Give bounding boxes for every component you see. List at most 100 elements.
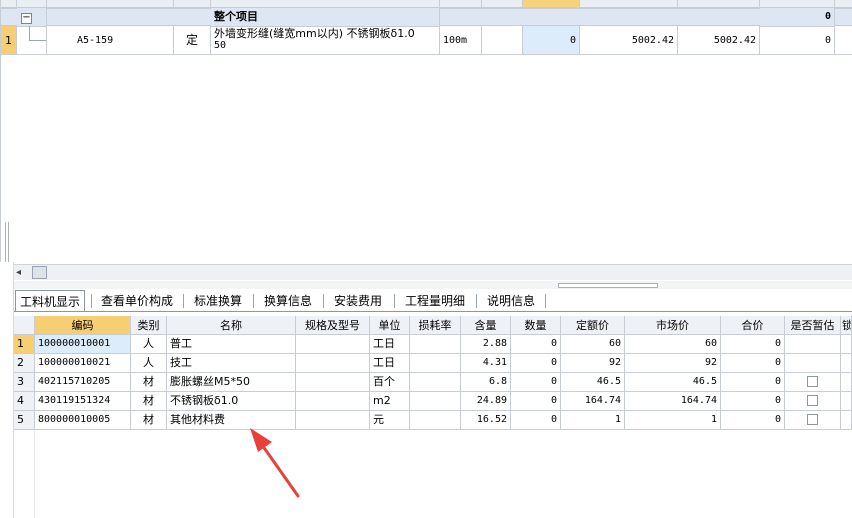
cell-quantity[interactable]: 0 <box>511 335 561 354</box>
cell-market-price[interactable]: 1 <box>625 411 721 430</box>
cell-code[interactable]: 402115710205 <box>35 373 131 392</box>
item-name[interactable]: 外墙变形缝(缝宽mm以内) 不锈钢板δ1.0 50 <box>211 26 440 55</box>
cell-unit[interactable]: 工日 <box>370 354 410 373</box>
cell-quota-price[interactable]: 92 <box>561 354 625 373</box>
item-unit-price[interactable]: 5002.42 <box>580 26 678 55</box>
panel-splitter[interactable] <box>14 281 852 289</box>
cell-market-price[interactable]: 60 <box>625 335 721 354</box>
cell-market-price[interactable]: 164.74 <box>625 392 721 411</box>
cell-spec[interactable] <box>296 373 370 392</box>
cell-quota-price[interactable]: 1 <box>561 411 625 430</box>
scrollbar-thumb[interactable] <box>32 266 47 279</box>
cell-type[interactable]: 人 <box>131 335 167 354</box>
column-header-content[interactable]: 含量 <box>461 316 511 335</box>
cell-type[interactable]: 材 <box>131 373 167 392</box>
column-header-quantity[interactable]: 数量 <box>511 316 561 335</box>
gutter-grip[interactable] <box>5 222 9 262</box>
cell-total[interactable]: 0 <box>721 335 785 354</box>
column-header-name[interactable]: 名称 <box>167 316 296 335</box>
cell-loss-rate[interactable] <box>410 411 461 430</box>
cell-spec[interactable] <box>296 354 370 373</box>
cell-total[interactable]: 0 <box>721 411 785 430</box>
collapse-icon[interactable]: − <box>21 13 32 24</box>
group-toggle[interactable]: − <box>17 8 47 27</box>
estimate-checkbox[interactable] <box>807 376 818 387</box>
cell-code[interactable]: 800000010005 <box>35 411 131 430</box>
row-index[interactable]: 1 <box>14 335 35 354</box>
cell-spec[interactable] <box>296 335 370 354</box>
cell-is-estimate[interactable] <box>785 392 841 411</box>
cell-code[interactable]: 100000010021 <box>35 354 131 373</box>
item-code[interactable]: A5-159 <box>47 26 174 55</box>
cell-content[interactable]: 6.8 <box>461 373 511 392</box>
column-header-unit[interactable]: 单位 <box>370 316 410 335</box>
tab-quantity-detail[interactable]: 工程量明细 <box>401 290 469 312</box>
cell-spec[interactable] <box>296 392 370 411</box>
row-index[interactable]: 2 <box>14 354 35 373</box>
cell-lock[interactable] <box>841 392 852 411</box>
cell-total[interactable]: 0 <box>721 373 785 392</box>
cell-type[interactable]: 材 <box>131 392 167 411</box>
column-header-type[interactable]: 类别 <box>131 316 167 335</box>
cell-loss-rate[interactable] <box>410 373 461 392</box>
cell-loss-rate[interactable] <box>410 354 461 373</box>
item-unit[interactable]: 100m <box>440 26 482 55</box>
cell-unit[interactable]: 百个 <box>370 373 410 392</box>
cell-unit[interactable]: 元 <box>370 411 410 430</box>
cell-unit[interactable]: m2 <box>370 392 410 411</box>
item-cell-extra[interactable] <box>835 26 852 55</box>
item-quantity[interactable]: 0 <box>523 26 580 55</box>
cell-name[interactable]: 不锈钢板δ1.0 <box>167 392 296 411</box>
estimate-checkbox[interactable] <box>807 414 818 425</box>
cell-is-estimate[interactable] <box>785 335 841 354</box>
column-header-spec[interactable]: 规格及型号 <box>296 316 370 335</box>
scroll-left-icon[interactable]: ◂ <box>16 265 21 280</box>
cell-name[interactable]: 膨胀螺丝M5*50 <box>167 373 296 392</box>
item-total[interactable]: 0 <box>760 26 835 55</box>
column-header-is-estimate[interactable]: 是否暂估 <box>785 316 841 335</box>
cell-unit[interactable]: 工日 <box>370 335 410 354</box>
tab-unit-price-composition[interactable]: 查看单价构成 <box>97 290 177 312</box>
item-converted-price[interactable]: 5002.42 <box>678 26 760 55</box>
estimate-checkbox[interactable] <box>807 395 818 406</box>
cell-content[interactable]: 2.88 <box>461 335 511 354</box>
cell-quantity[interactable]: 0 <box>511 411 561 430</box>
cell-total[interactable]: 0 <box>721 392 785 411</box>
cell-quota-price[interactable]: 60 <box>561 335 625 354</box>
cell-quantity[interactable]: 0 <box>511 392 561 411</box>
row-index[interactable]: 3 <box>14 373 35 392</box>
column-header-code[interactable]: 编码 <box>35 316 131 335</box>
cell-market-price[interactable]: 92 <box>625 354 721 373</box>
cell-lock[interactable] <box>841 373 852 392</box>
cell-lock[interactable] <box>841 411 852 430</box>
cell-total[interactable]: 0 <box>721 354 785 373</box>
row-index[interactable]: 4 <box>14 392 35 411</box>
tab-material-machine[interactable]: 工料机显示 <box>15 290 86 312</box>
cell-type[interactable]: 人 <box>131 354 167 373</box>
cell-loss-rate[interactable] <box>410 335 461 354</box>
cell-is-estimate[interactable] <box>785 354 841 373</box>
cell-is-estimate[interactable] <box>785 411 841 430</box>
cell-content[interactable]: 16.52 <box>461 411 511 430</box>
item-row-index[interactable]: 1 <box>1 26 17 55</box>
column-header-quota-price[interactable]: 定额价 <box>561 316 625 335</box>
column-header-market-price[interactable]: 市场价 <box>625 316 721 335</box>
cell-name[interactable]: 普工 <box>167 335 296 354</box>
cell-quantity[interactable]: 0 <box>511 354 561 373</box>
cell-market-price[interactable]: 46.5 <box>625 373 721 392</box>
cell-quota-price[interactable]: 46.5 <box>561 373 625 392</box>
cell-is-estimate[interactable] <box>785 373 841 392</box>
cell-content[interactable]: 4.31 <box>461 354 511 373</box>
cell-type[interactable]: 材 <box>131 411 167 430</box>
cell-quota-price[interactable]: 164.74 <box>561 392 625 411</box>
cell-loss-rate[interactable] <box>410 392 461 411</box>
horizontal-scrollbar[interactable]: ◂ <box>14 264 852 280</box>
cell-quantity[interactable]: 0 <box>511 373 561 392</box>
cell-content[interactable]: 24.89 <box>461 392 511 411</box>
cell-code[interactable]: 100000010001 <box>35 335 131 354</box>
tab-conversion-info[interactable]: 换算信息 <box>260 290 316 312</box>
tab-standard-conversion[interactable]: 标准换算 <box>190 290 246 312</box>
item-content[interactable] <box>482 26 523 55</box>
cell-lock[interactable] <box>841 335 852 354</box>
cell-lock[interactable] <box>841 354 852 373</box>
